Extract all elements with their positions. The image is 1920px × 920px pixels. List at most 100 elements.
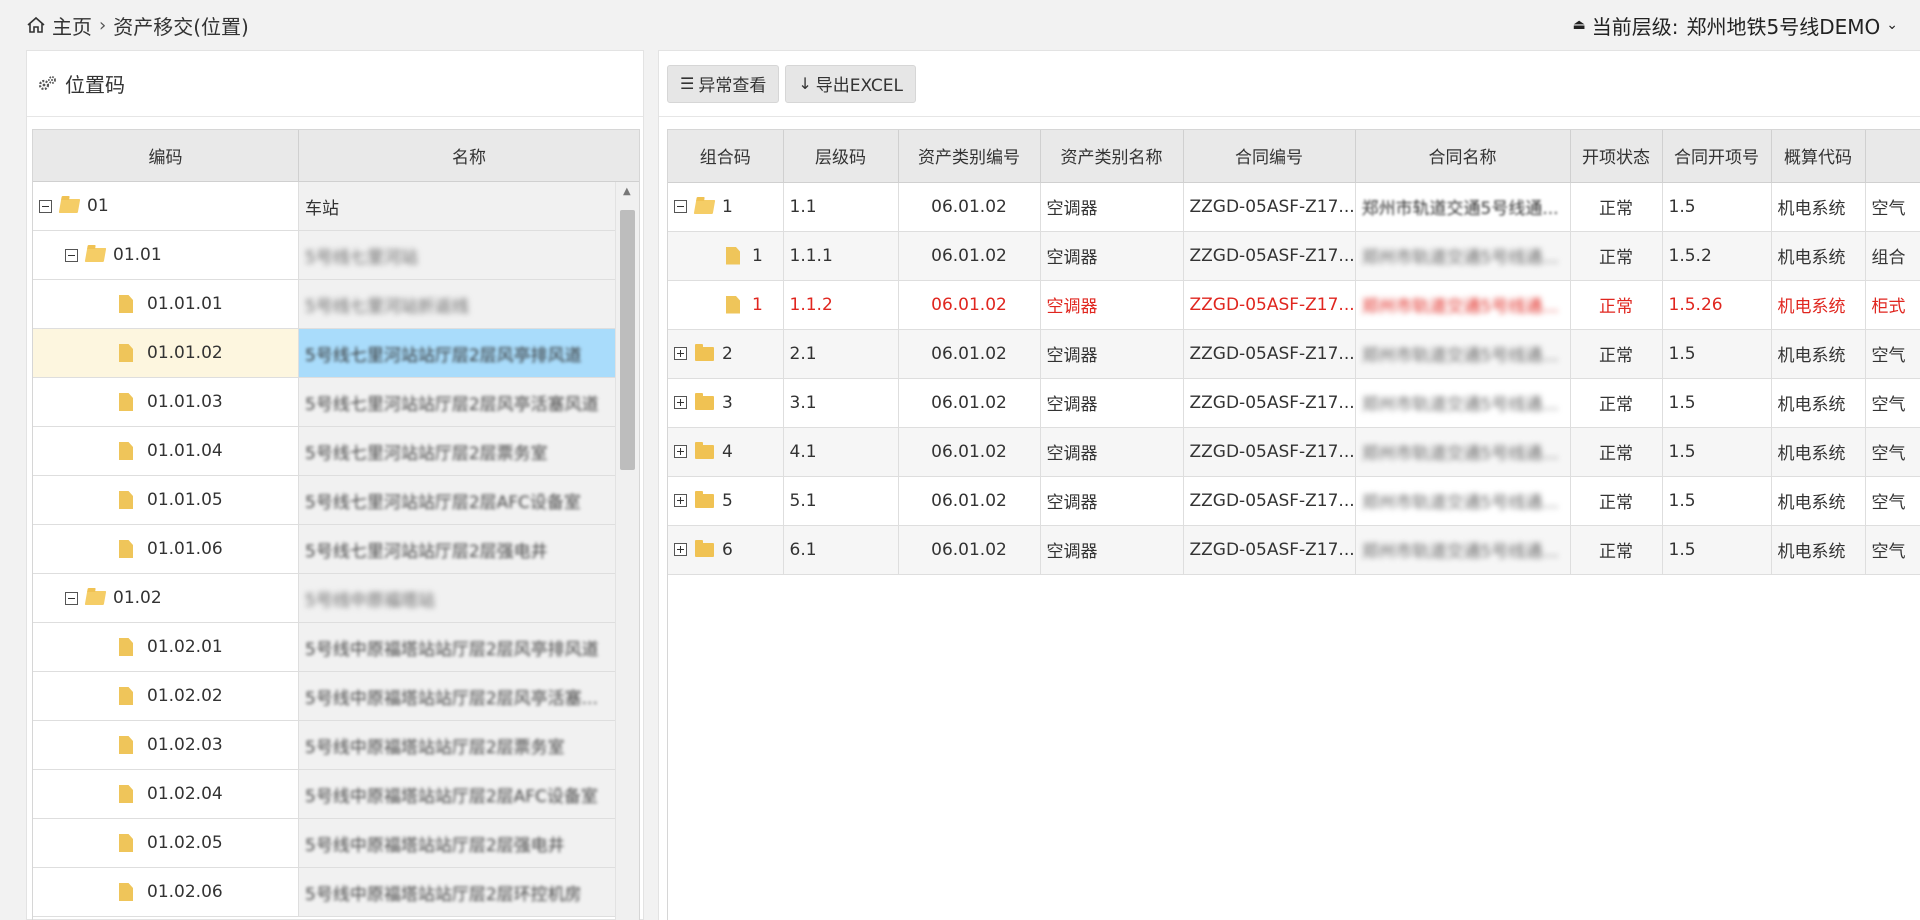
column-header-name[interactable]: 名称 — [299, 130, 639, 181]
budget-code: 机电系统 — [1771, 231, 1866, 281]
tree-row[interactable]: 01 车站 — [33, 182, 639, 231]
tree-scrollbar[interactable]: ▲ — [615, 182, 639, 920]
column-header-open-status[interactable]: 开项状态 — [1570, 130, 1663, 183]
column-header-category-no[interactable]: 资产类别编号 — [898, 130, 1041, 183]
asset-grid: 组合码 层级码 资产类别编号 资产类别名称 合同编号 合同名称 开项状态 合同开… — [667, 129, 1920, 920]
breadcrumb-home[interactable]: 主页 — [52, 11, 92, 40]
location-name: 5号线七里河站站厅层2层AFC设备室 — [305, 492, 581, 513]
contract-no: ZZGD-05ASF-Z17... — [1183, 525, 1356, 575]
category-name: 空调器 — [1040, 329, 1184, 379]
table-row[interactable]: 1 1.1 06.01.02 空调器 ZZGD-05ASF-Z17... 郑州市… — [668, 182, 1920, 232]
scroll-up-icon[interactable]: ▲ — [623, 186, 631, 197]
budget-code: 机电系统 — [1771, 476, 1866, 526]
collapse-icon[interactable] — [65, 591, 78, 605]
tree-row[interactable]: 01.02.04 5号线中原福塔站站厅层2层AFC设备室 — [33, 770, 639, 819]
level-code: 5.1 — [783, 476, 899, 526]
table-row-abnormal[interactable]: 1 1.1.2 06.01.02 空调器 ZZGD-05ASF-Z17... 郑… — [668, 280, 1920, 330]
column-header-category-name[interactable]: 资产类别名称 — [1040, 130, 1184, 183]
column-header-combo-code[interactable]: 组合码 — [668, 130, 784, 183]
table-row[interactable]: 5 5.1 06.01.02 空调器 ZZGD-05ASF-Z17... 郑州市… — [668, 476, 1920, 526]
list-icon: ☰ — [680, 74, 695, 93]
contract-name: 郑州市轨道交通5号线通... — [1361, 199, 1559, 219]
folder-icon — [695, 343, 714, 361]
expand-icon[interactable] — [674, 347, 687, 360]
level-code: 1.1.2 — [783, 280, 899, 330]
table-row[interactable]: 3 3.1 06.01.02 空调器 ZZGD-05ASF-Z17... 郑州市… — [668, 378, 1920, 428]
column-header-code[interactable]: 编码 — [33, 130, 299, 181]
tree-row[interactable]: 01.01.03 5号线七里河站站厅层2层风亭活塞风道 — [33, 378, 639, 427]
location-code: 01.01.01 — [147, 294, 223, 314]
file-icon — [726, 295, 740, 314]
level-code: 1.1.1 — [783, 231, 899, 281]
contract-name: 郑州市轨道交通5号线通... — [1361, 444, 1559, 464]
tree-row[interactable]: 01.02 5号线中原福塔站 — [33, 574, 639, 623]
location-code: 01.02.04 — [147, 784, 223, 804]
location-code: 01.01.06 — [147, 539, 223, 559]
category-name: 空调器 — [1040, 427, 1184, 477]
collapse-icon[interactable] — [39, 199, 52, 213]
tree-row[interactable]: 01.02.05 5号线中原福塔站站厅层2层强电井 — [33, 819, 639, 868]
location-name: 5号线中原福塔站站厅层2层环控机房 — [305, 884, 582, 905]
tree-row[interactable]: 01.02.02 5号线中原福塔站站厅层2层风亭活塞... — [33, 672, 639, 721]
table-row[interactable]: 6 6.1 06.01.02 空调器 ZZGD-05ASF-Z17... 郑州市… — [668, 525, 1920, 575]
tree-row[interactable]: 01.01.04 5号线七里河站站厅层2层票务室 — [33, 427, 639, 476]
location-code: 01.01.02 — [147, 343, 223, 363]
file-icon — [119, 393, 133, 411]
category-name: 空调器 — [1040, 378, 1184, 428]
tree-row[interactable]: 01.01.06 5号线七里河站站厅层2层强电井 — [33, 525, 639, 574]
column-header-budget-code[interactable]: 概算代码 — [1771, 130, 1866, 183]
expand-icon[interactable] — [674, 396, 687, 409]
open-status: 正常 — [1570, 280, 1663, 330]
contract-name: 郑州市轨道交通5号线通... — [1361, 493, 1559, 513]
tree-row[interactable]: 01.02.01 5号线中原福塔站站厅层2层风亭排风道 — [33, 623, 639, 672]
expand-icon[interactable] — [674, 494, 687, 507]
level-selector[interactable]: ⏏ 当前层级: 郑州地铁5号线DEMO ⌄ — [1573, 11, 1898, 40]
table-row[interactable]: 1 1.1.1 06.01.02 空调器 ZZGD-05ASF-Z17... 郑… — [668, 231, 1920, 281]
location-name: 5号线七里河站站厅层2层票务室 — [305, 443, 548, 464]
category-name: 空调器 — [1040, 525, 1184, 575]
contract-no: ZZGD-05ASF-Z17... — [1183, 329, 1356, 379]
folder-open-icon — [84, 248, 107, 262]
tree-row[interactable]: 01.02.03 5号线中原福塔站站厅层2层票务室 — [33, 721, 639, 770]
export-excel-button[interactable]: ↓ 导出EXCEL — [785, 64, 916, 103]
category-no: 06.01.02 — [898, 378, 1041, 428]
column-header-contract-name[interactable]: 合同名称 — [1355, 130, 1571, 183]
tree-row[interactable]: 01.01.01 5号线七里河站折返线 — [33, 280, 639, 329]
column-header-extra[interactable] — [1865, 130, 1920, 183]
eject-icon: ⏏ — [1572, 17, 1586, 33]
column-header-open-no[interactable]: 合同开项号 — [1662, 130, 1772, 183]
column-header-level-code[interactable]: 层级码 — [783, 130, 899, 183]
tree-row[interactable]: 01.02.06 5号线中原福塔站站厅层2层环控机房 — [33, 868, 639, 917]
contract-no: ZZGD-05ASF-Z17... — [1183, 280, 1356, 330]
contract-no: ZZGD-05ASF-Z17... — [1183, 476, 1356, 526]
table-row[interactable]: 2 2.1 06.01.02 空调器 ZZGD-05ASF-Z17... 郑州市… — [668, 329, 1920, 379]
collapse-icon[interactable] — [674, 200, 687, 213]
expand-icon[interactable] — [674, 445, 687, 458]
tree-row-selected[interactable]: 01.01.02 5号线七里河站站厅层2层风亭排风道 — [33, 329, 639, 378]
open-status: 正常 — [1570, 182, 1663, 232]
file-icon — [119, 344, 133, 362]
table-row[interactable]: 4 4.1 06.01.02 空调器 ZZGD-05ASF-Z17... 郑州市… — [668, 427, 1920, 477]
tree-row[interactable]: 01.01 5号线七里河站 — [33, 231, 639, 280]
combo-code: 1 — [752, 245, 763, 266]
extra-cell: 空气 — [1865, 525, 1920, 575]
budget-code: 机电系统 — [1771, 329, 1866, 379]
collapse-icon[interactable] — [65, 248, 78, 262]
file-icon — [119, 638, 133, 656]
open-status: 正常 — [1570, 476, 1663, 526]
home-icon[interactable] — [26, 16, 46, 34]
location-name: 5号线中原福塔站站厅层2层票务室 — [305, 737, 565, 758]
abnormal-view-button[interactable]: ☰ 异常查看 — [667, 64, 780, 103]
contract-name: 郑州市轨道交通5号线通... — [1361, 542, 1559, 562]
extra-cell: 柜式 — [1865, 280, 1920, 330]
scrollbar-thumb[interactable] — [620, 210, 635, 470]
level-code: 6.1 — [783, 525, 899, 575]
location-name: 5号线中原福塔站站厅层2层AFC设备室 — [305, 786, 598, 807]
location-tree-grid: 编码 名称 01 车站 01.01 5号线七里河站 01.01.01 5号线七里… — [32, 129, 640, 920]
location-name: 车站 — [305, 198, 339, 219]
extra-cell: 空气 — [1865, 476, 1920, 526]
category-name: 空调器 — [1040, 280, 1184, 330]
column-header-contract-no[interactable]: 合同编号 — [1183, 130, 1356, 183]
expand-icon[interactable] — [674, 543, 687, 556]
tree-row[interactable]: 01.01.05 5号线七里河站站厅层2层AFC设备室 — [33, 476, 639, 525]
